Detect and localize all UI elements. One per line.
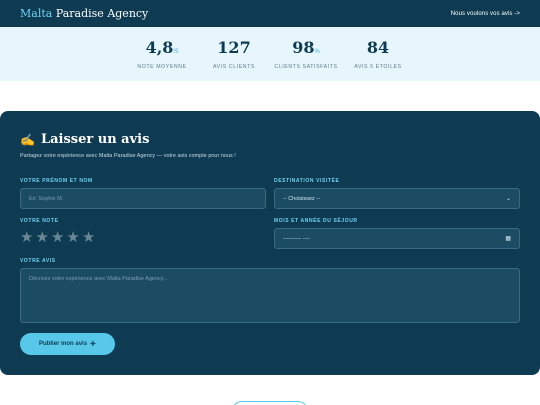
- destination-label: DESTINATION VISITÉE: [274, 178, 340, 184]
- brand-accent: Malta: [20, 7, 53, 20]
- name-input[interactable]: [29, 189, 257, 208]
- brand-logo[interactable]: Malta Paradise Agency: [20, 7, 148, 20]
- stat-label: NOTE MOYENNE: [137, 63, 187, 70]
- review-textarea-field[interactable]: [20, 268, 520, 323]
- name-label: VOTRE PRÉNOM ET NOM: [20, 178, 93, 184]
- destination-select[interactable]: -- Choisissez -- ⌄: [274, 188, 520, 209]
- stat-satisfied-clients: 98% CLIENTS SATISFAITS: [270, 37, 342, 70]
- form-title: ✍ Laisser un avis: [20, 132, 149, 147]
- star-icon[interactable]: ★: [66, 230, 79, 245]
- review-textarea[interactable]: [29, 276, 511, 322]
- publish-review-button[interactable]: Publier mon avis ✈: [20, 333, 115, 355]
- stay-date-input[interactable]: ---------- ---- ▦: [274, 228, 520, 249]
- stat-value: 98%: [292, 37, 320, 57]
- star-rating[interactable]: ★ ★ ★ ★ ★: [20, 230, 95, 245]
- publish-button-label: Publier mon avis: [39, 341, 88, 347]
- writing-hand-icon: ✍: [20, 132, 35, 147]
- rating-label: VOTRE NOTE: [20, 218, 59, 224]
- stat-value: 84: [366, 37, 390, 57]
- star-icon[interactable]: ★: [20, 230, 33, 245]
- stat-value: 4,8/5: [145, 37, 179, 57]
- form-subtitle: Partagez votre expérience avec Malta Par…: [20, 153, 236, 159]
- stat-five-star-reviews: 84 AVIS 5 ÉTOILES: [342, 37, 414, 70]
- star-icon[interactable]: ★: [51, 230, 64, 245]
- airplane-icon: ✈: [90, 341, 96, 348]
- stat-client-reviews: 127 AVIS CLIENTS: [198, 37, 270, 70]
- name-field[interactable]: [20, 188, 266, 209]
- stat-label: AVIS 5 ÉTOILES: [354, 63, 402, 70]
- stat-label: AVIS CLIENTS: [213, 63, 255, 70]
- next-section-button[interactable]: [232, 401, 308, 405]
- reviews-link[interactable]: Nous voulons vos avis ->: [451, 11, 520, 17]
- stat-label: CLIENTS SATISFAITS: [274, 63, 338, 70]
- form-title-text: Laisser un avis: [40, 132, 150, 147]
- stat-average-rating: 4,8/5 NOTE MOYENNE: [126, 37, 198, 70]
- calendar-icon[interactable]: ▦: [505, 235, 511, 242]
- date-label: MOIS ET ANNÉE DU SÉJOUR: [274, 218, 358, 224]
- chevron-down-icon: ⌄: [505, 196, 511, 202]
- destination-selected-value: -- Choisissez --: [283, 195, 320, 202]
- stat-value: 127: [217, 37, 251, 57]
- star-icon[interactable]: ★: [82, 230, 95, 245]
- review-label: VOTRE AVIS: [20, 258, 56, 264]
- star-icon[interactable]: ★: [35, 230, 48, 245]
- brand-name: Paradise Agency: [52, 7, 149, 20]
- stats-bar: 4,8/5 NOTE MOYENNE 127 AVIS CLIENTS 98% …: [0, 27, 540, 81]
- stay-date-value: ---------- ----: [283, 235, 311, 242]
- top-bar: Malta Paradise Agency Nous voulons vos a…: [0, 0, 540, 27]
